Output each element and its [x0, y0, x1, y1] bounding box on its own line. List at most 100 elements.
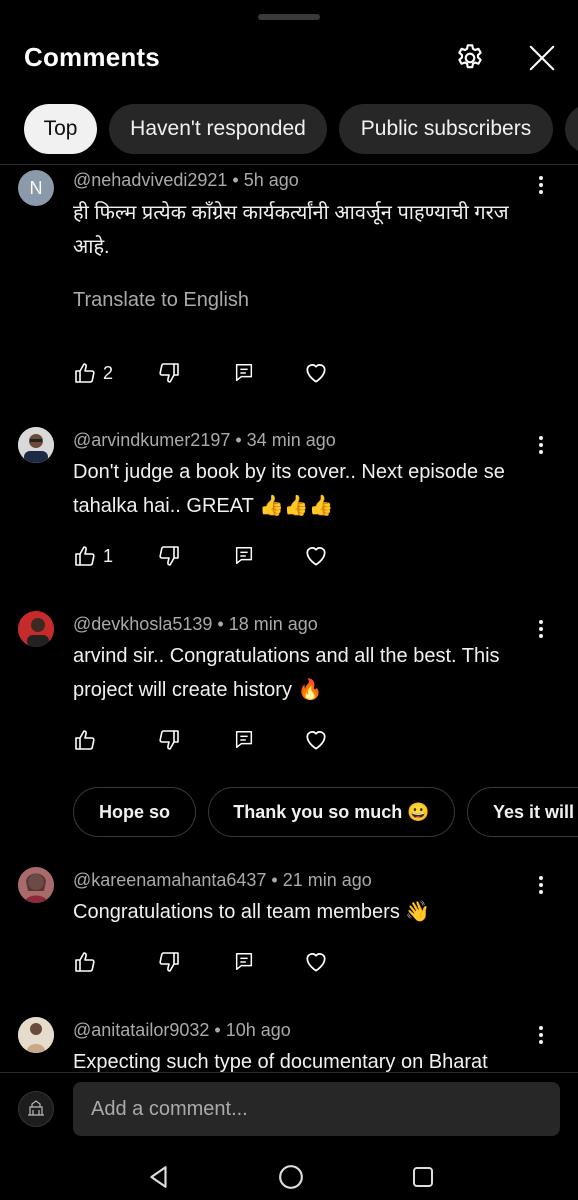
- add-comment-input[interactable]: Add a comment...: [73, 1082, 560, 1136]
- dislike-button[interactable]: [157, 727, 181, 753]
- suggested-reply[interactable]: Hope so: [73, 787, 196, 837]
- filter-chips: Top Haven't responded Public subscribers: [0, 104, 578, 156]
- heart-button[interactable]: [303, 949, 329, 975]
- like-button[interactable]: 1: [73, 543, 113, 569]
- chip-more[interactable]: [565, 104, 578, 154]
- dislike-button[interactable]: [157, 543, 181, 569]
- heart-button[interactable]: [303, 543, 329, 569]
- avatar[interactable]: N: [18, 170, 54, 206]
- comment-item: @devkhosla5139 • 18 min ago arvind sir..…: [0, 609, 578, 759]
- avatar[interactable]: [18, 611, 54, 647]
- like-button[interactable]: 2: [73, 360, 113, 386]
- channel-logo-icon: [28, 1100, 44, 1116]
- comment-time: 34 min ago: [246, 430, 336, 450]
- comment-time: 10h ago: [225, 1020, 291, 1040]
- reply-button[interactable]: [233, 543, 255, 569]
- comment-actions: 1: [73, 543, 373, 569]
- thumbs-up-icon: [75, 730, 95, 750]
- comment-author[interactable]: @kareenamahanta6437: [73, 870, 266, 890]
- thumbs-down-icon: [159, 952, 179, 972]
- comment-time: 18 min ago: [228, 614, 318, 634]
- reply-icon: [235, 547, 253, 565]
- thumbs-down-icon: [159, 363, 179, 383]
- heart-button[interactable]: [303, 360, 329, 386]
- chip-public-subscribers[interactable]: Public subscribers: [339, 104, 553, 154]
- comment-text: Don't judge a book by its cover.. Next e…: [73, 461, 505, 517]
- recents-square-icon: [413, 1167, 433, 1187]
- chip-havent-responded[interactable]: Haven't responded: [109, 104, 327, 154]
- drag-handle[interactable]: [258, 14, 320, 20]
- comment-item: N @nehadvivedi2921 • 5h ago ही फिल्म प्र…: [0, 165, 578, 405]
- dislike-button[interactable]: [157, 360, 181, 386]
- comment-composer: Add a comment...: [0, 1073, 578, 1145]
- comment-meta: @anitatailor9032 • 10h ago: [73, 1020, 291, 1040]
- dislike-button[interactable]: [157, 949, 181, 975]
- home-circle-icon: [279, 1165, 303, 1189]
- settings-button[interactable]: [452, 40, 488, 76]
- comment-meta: @kareenamahanta6437 • 21 min ago: [73, 870, 372, 890]
- reply-button[interactable]: [233, 727, 255, 753]
- more-options-button[interactable]: [530, 434, 552, 456]
- comment-author[interactable]: @devkhosla5139: [73, 614, 212, 634]
- heart-icon: [306, 547, 326, 566]
- comment-time: 5h ago: [243, 170, 299, 190]
- user-photo-icon: [18, 427, 54, 463]
- more-options-button[interactable]: [530, 874, 552, 896]
- gear-icon: [458, 44, 482, 69]
- comments-header: Comments: [0, 30, 578, 86]
- comment-item: @kareenamahanta6437 • 21 min ago Congrat…: [0, 865, 578, 985]
- comment-author[interactable]: @anitatailor9032: [73, 1020, 209, 1040]
- comment-text: Expecting such type of documentary on Bh…: [73, 1051, 488, 1072]
- user-photo-icon: [18, 1017, 54, 1053]
- back-triangle-icon: [150, 1166, 167, 1188]
- thumbs-up-icon: [75, 952, 95, 972]
- comment-item: @anitatailor9032 • 10h ago Expecting suc…: [0, 1015, 578, 1072]
- like-button[interactable]: [73, 727, 97, 753]
- heart-button[interactable]: [303, 727, 329, 753]
- avatar[interactable]: [18, 867, 54, 903]
- heart-icon: [306, 953, 326, 972]
- comment-text: ही फिल्म प्रत्येक काँग्रेस कार्यकर्त्यां…: [73, 202, 509, 258]
- more-options-button[interactable]: [530, 1024, 552, 1046]
- avatar: [18, 1091, 54, 1127]
- recents-button[interactable]: [409, 1163, 437, 1191]
- like-button[interactable]: [73, 949, 97, 975]
- suggested-reply[interactable]: Yes it will: [467, 787, 578, 837]
- close-button[interactable]: [524, 40, 560, 76]
- back-button[interactable]: [145, 1163, 173, 1191]
- translate-link[interactable]: Translate to English: [73, 289, 249, 312]
- comment-author[interactable]: @nehadvivedi2921: [73, 170, 227, 190]
- suggested-reply[interactable]: Thank you so much 😀: [208, 787, 455, 837]
- system-nav-bar: [0, 1150, 578, 1200]
- reply-button[interactable]: [233, 949, 255, 975]
- comment-meta: @devkhosla5139 • 18 min ago: [73, 614, 318, 634]
- reply-icon: [235, 953, 253, 971]
- thumbs-down-icon: [159, 546, 179, 566]
- avatar-initial: N: [29, 177, 43, 198]
- reply-icon: [235, 364, 253, 382]
- more-options-button[interactable]: [530, 174, 552, 196]
- like-count: 1: [103, 545, 114, 566]
- comment-author[interactable]: @arvindkumer2197: [73, 430, 230, 450]
- reply-button[interactable]: [233, 360, 255, 386]
- comment-meta: @nehadvivedi2921 • 5h ago: [73, 170, 299, 190]
- suggested-replies: Hope so Thank you so much 😀 Yes it will: [0, 787, 578, 837]
- more-options-button[interactable]: [530, 618, 552, 640]
- user-photo-icon: [18, 867, 54, 903]
- comment-text: Congratulations to all team members 👋: [73, 901, 431, 923]
- comment-text: arvind sir.. Congratulations and all the…: [73, 645, 500, 701]
- user-photo-icon: [18, 611, 54, 647]
- comment-meta: @arvindkumer2197 • 34 min ago: [73, 430, 336, 450]
- avatar[interactable]: [18, 427, 54, 463]
- comments-list: N @nehadvivedi2921 • 5h ago ही फिल्म प्र…: [0, 165, 578, 1072]
- home-button[interactable]: [277, 1163, 305, 1191]
- close-icon: [529, 45, 555, 71]
- avatar[interactable]: [18, 1017, 54, 1053]
- thumbs-down-icon: [159, 730, 179, 750]
- thumbs-up-icon: [75, 363, 95, 383]
- like-count: 2: [103, 362, 114, 383]
- comment-time: 21 min ago: [282, 870, 372, 890]
- chip-top[interactable]: Top: [24, 104, 97, 154]
- heart-icon: [306, 364, 326, 383]
- comment-actions: [73, 727, 373, 753]
